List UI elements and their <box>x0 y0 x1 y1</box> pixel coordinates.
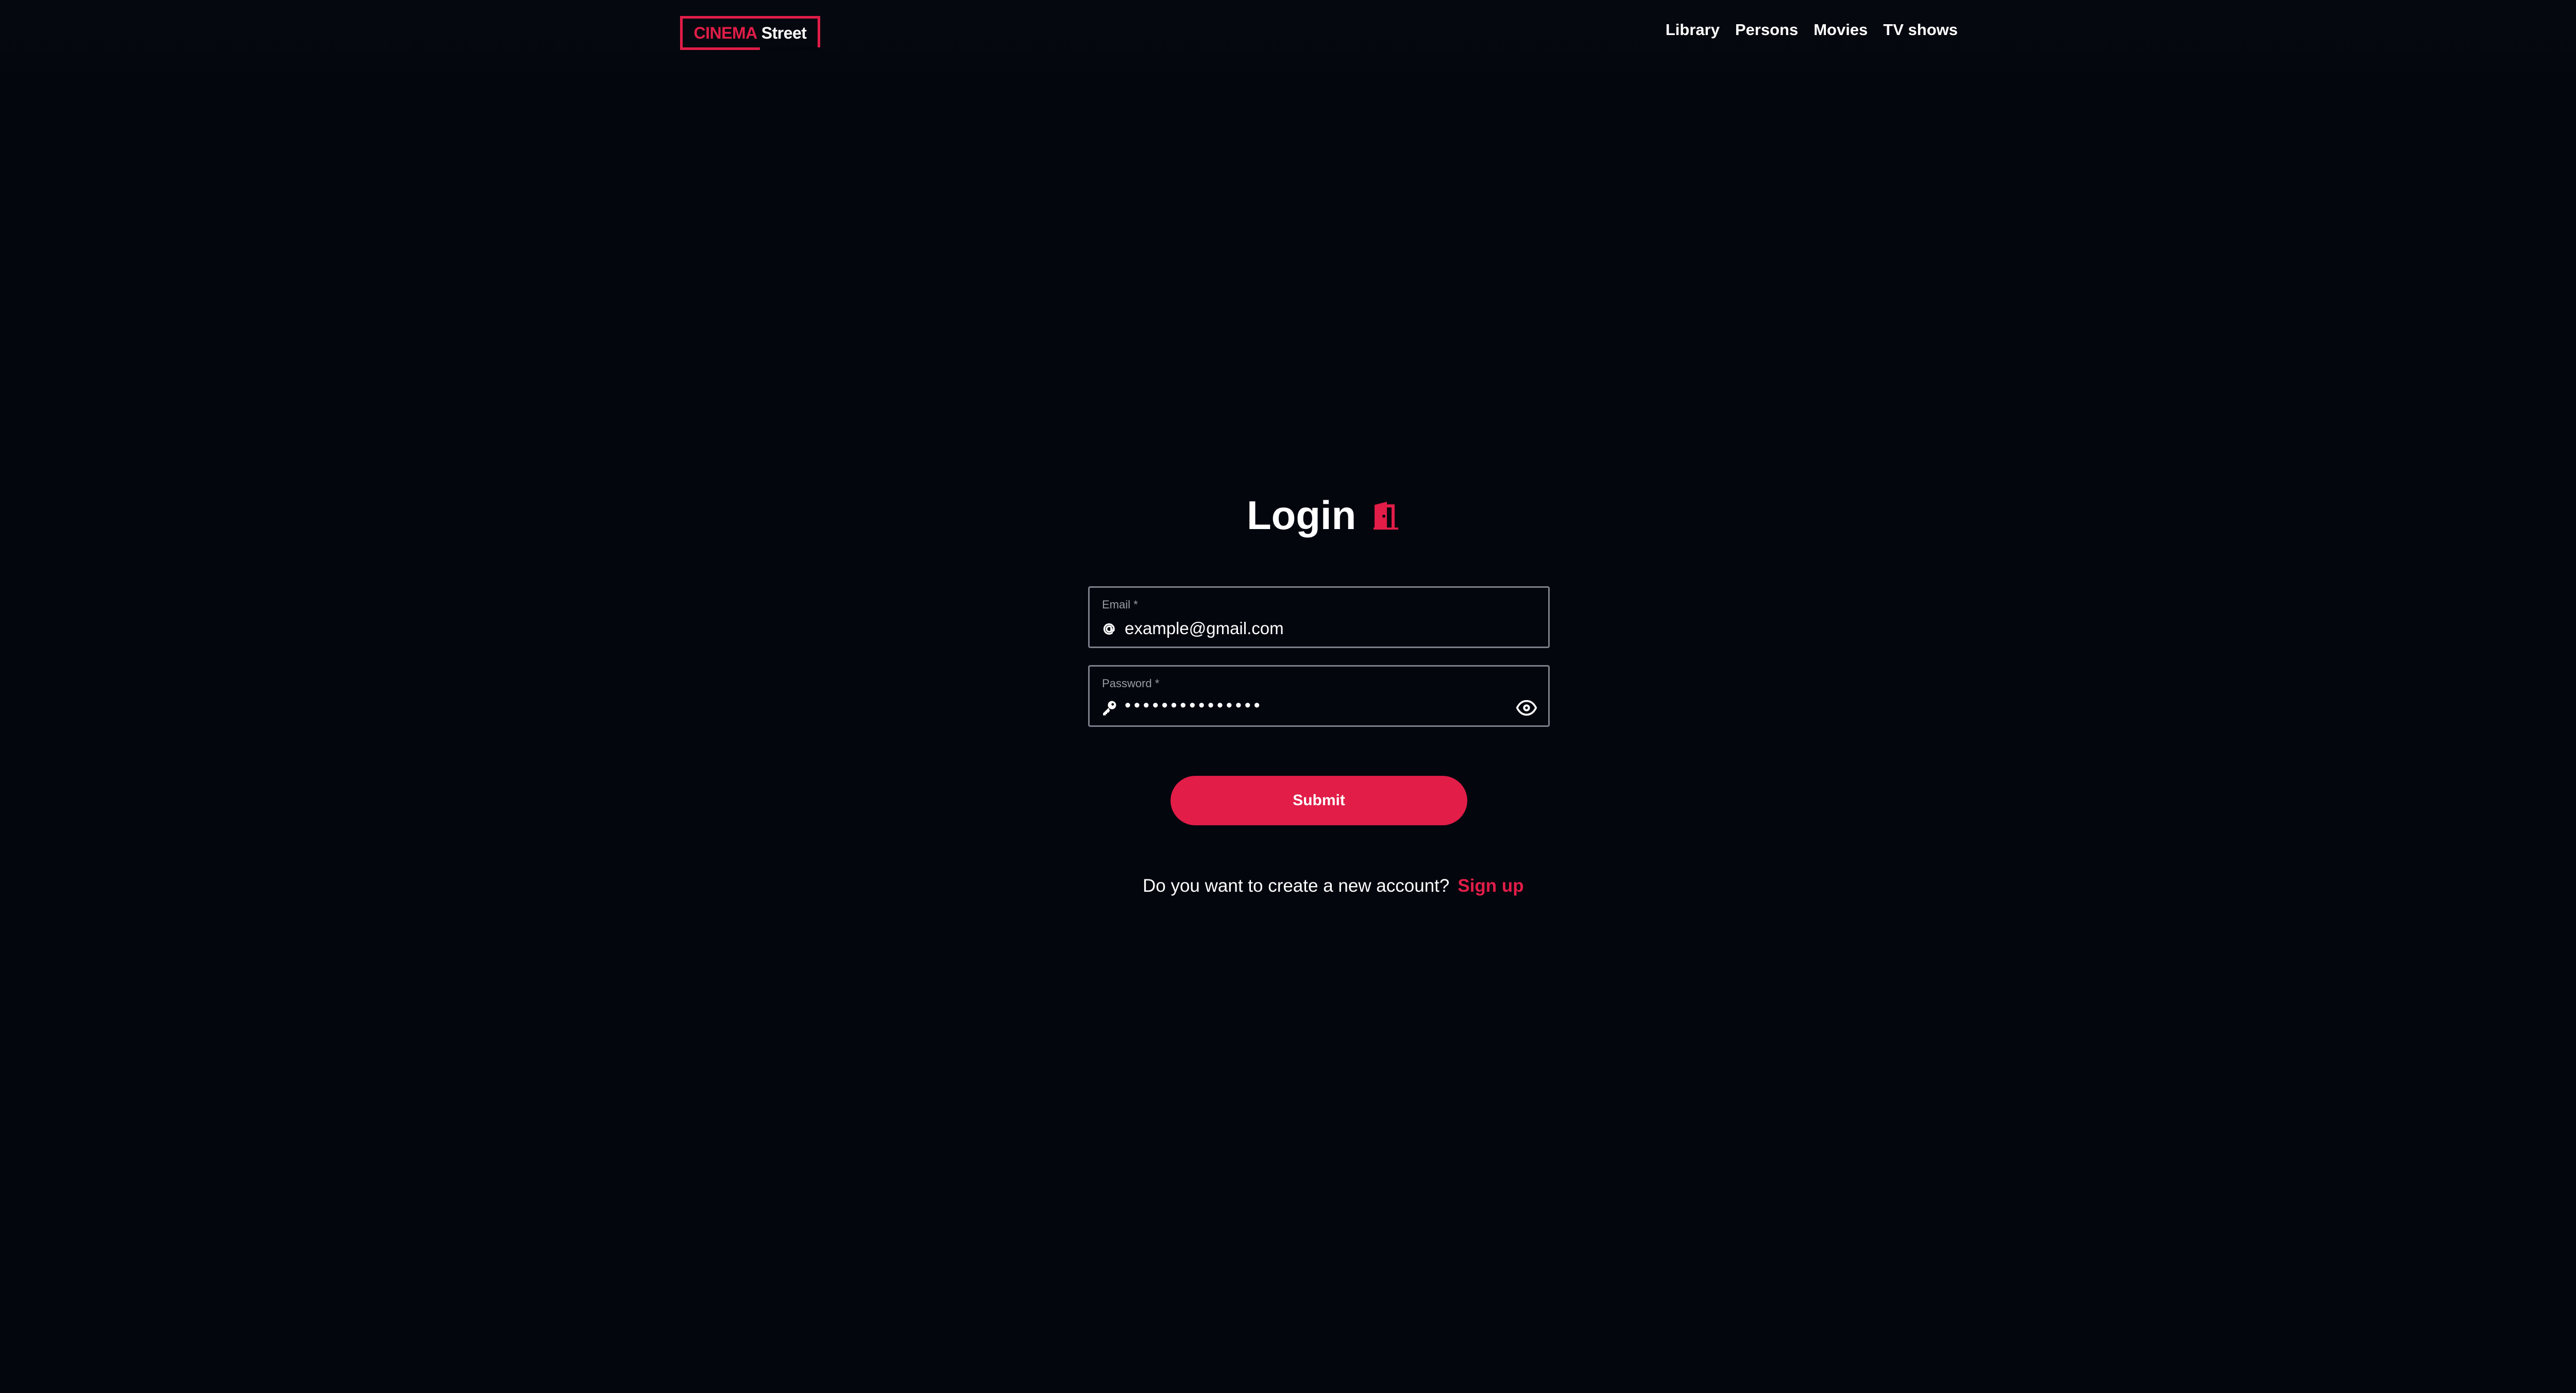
logo-text-cinema: CINEMA <box>693 23 758 42</box>
nav-item-movies[interactable]: Movies <box>1814 21 1868 39</box>
password-field[interactable]: Password * ••••••••••••••• <box>1088 665 1550 727</box>
email-input[interactable]: example@gmail.com <box>1125 619 1284 638</box>
at-icon <box>1103 623 1115 635</box>
main-nav: Library Persons Movies TV shows <box>1666 21 1958 39</box>
password-label: Password * <box>1102 677 1160 690</box>
key-icon <box>1103 701 1116 716</box>
signup-prompt-text: Do you want to create a new account? <box>1143 876 1450 896</box>
eye-icon[interactable] <box>1516 698 1537 718</box>
top-navbar: CINEMA Street Library Persons Movies TV … <box>0 0 2576 72</box>
site-logo[interactable]: CINEMA Street <box>680 16 822 50</box>
login-title-text: Login <box>1247 492 1357 538</box>
signup-prompt-row: Do you want to create a new account? Sig… <box>1143 876 1524 896</box>
submit-button[interactable]: Submit <box>1171 776 1467 825</box>
nav-item-tv-shows[interactable]: TV shows <box>1883 21 1958 39</box>
password-input[interactable]: ••••••••••••••• <box>1125 695 1263 716</box>
nav-item-library[interactable]: Library <box>1666 21 1720 39</box>
login-heading: Login <box>1247 492 1399 539</box>
door-icon <box>1374 501 1399 530</box>
nav-item-persons[interactable]: Persons <box>1735 21 1798 39</box>
logo-border-gap <box>760 47 822 50</box>
logo-text-street: Street <box>761 23 807 42</box>
email-label: Email * <box>1102 598 1138 611</box>
signup-link[interactable]: Sign up <box>1458 876 1523 896</box>
email-field[interactable]: Email * example@gmail.com <box>1088 586 1550 648</box>
